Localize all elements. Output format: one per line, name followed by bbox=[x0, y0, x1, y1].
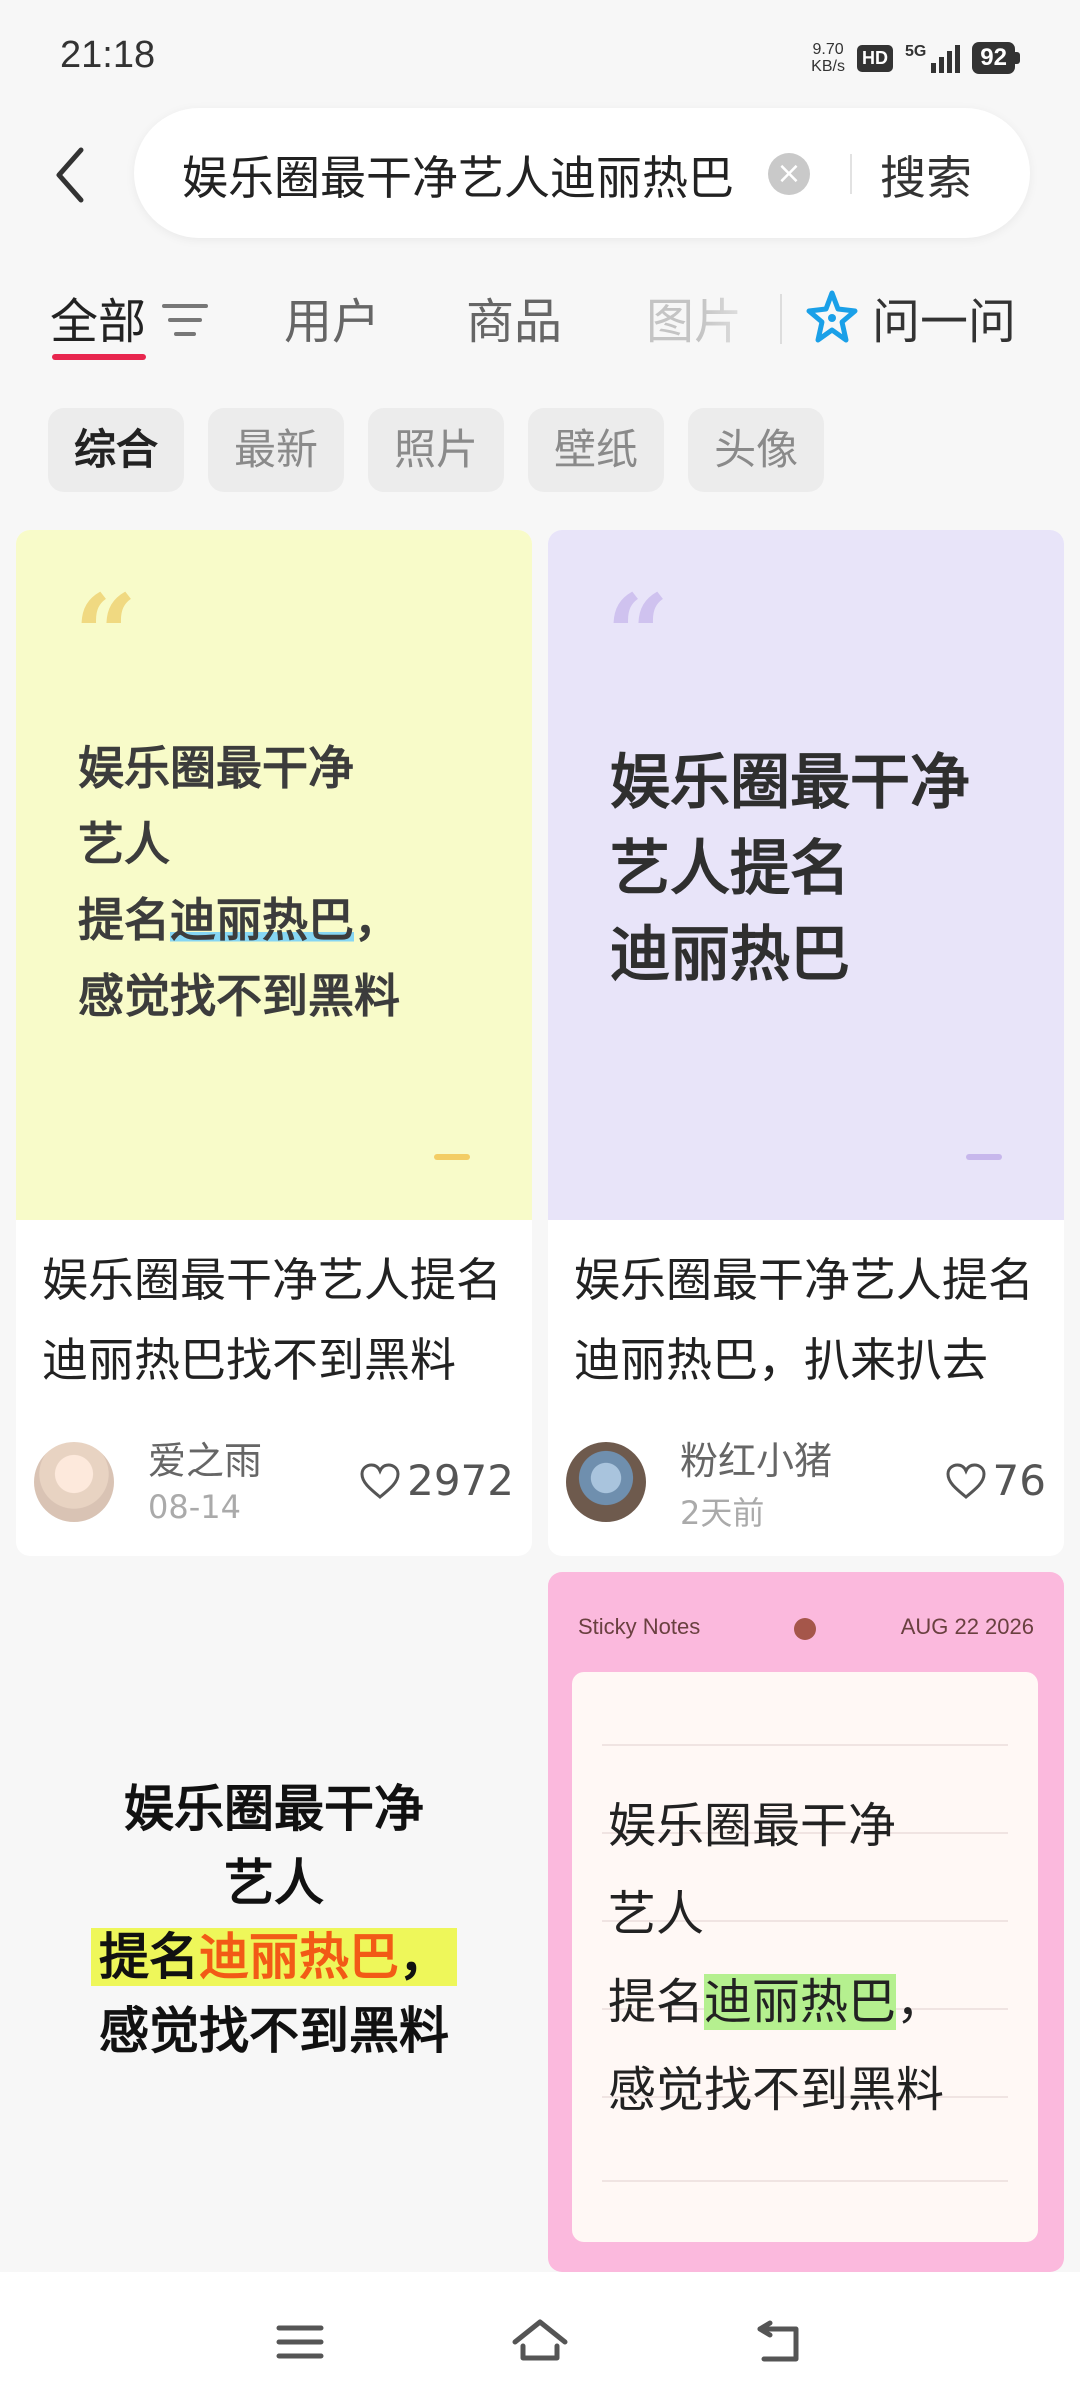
heart-icon bbox=[360, 1462, 400, 1499]
back-icon bbox=[757, 2320, 799, 2362]
quote-icon: “ bbox=[606, 570, 670, 699]
search-box[interactable]: 娱乐圈最干净艺人迪丽热巴 × 搜索 bbox=[134, 108, 1030, 238]
result-card[interactable]: “ 娱乐圈最干净 艺人 提名迪丽热巴， 感觉找不到黑料 娱乐圈最干净艺人提名迪丽… bbox=[16, 530, 532, 1556]
post-date: 08-14 bbox=[148, 1488, 241, 1526]
chip-wallpapers[interactable]: 壁纸 bbox=[528, 408, 665, 492]
menu-icon bbox=[276, 2325, 324, 2359]
search-input[interactable]: 娱乐圈最干净艺人迪丽热巴 bbox=[182, 142, 742, 208]
network-speed: 9.70 KB/s bbox=[811, 41, 845, 75]
back-button[interactable] bbox=[40, 140, 100, 210]
filter-icon[interactable] bbox=[162, 300, 208, 340]
card-image[interactable]: “ 娱乐圈最干净 艺人提名 迪丽热巴 bbox=[548, 530, 1064, 1220]
note-paper: 娱乐圈最干净 艺人 提名迪丽热巴， 感觉找不到黑料 bbox=[572, 1672, 1038, 2242]
chip-photos[interactable]: 照片 bbox=[368, 408, 505, 492]
author-name[interactable]: 粉红小猪 bbox=[680, 1430, 832, 1485]
card-image-text: 娱乐圈最干净 艺人 提名迪丽热巴， 感觉找不到黑料 bbox=[608, 1798, 945, 2118]
avatar[interactable] bbox=[566, 1442, 646, 1522]
chip-avatars[interactable]: 头像 bbox=[688, 408, 825, 492]
card-image[interactable]: “ 娱乐圈最干净 艺人 提名迪丽热巴， 感觉找不到黑料 bbox=[16, 530, 532, 1220]
battery-icon: 92 bbox=[972, 42, 1020, 74]
menu-button[interactable] bbox=[270, 2312, 330, 2372]
card-image-text: 娱乐圈最干净 艺人 提名迪丽热巴， 感觉找不到黑料 bbox=[78, 741, 400, 1023]
post-date: 2天前 bbox=[680, 1494, 765, 1532]
card-image-text: 娱乐圈最干净 艺人提名 迪丽热巴 bbox=[610, 748, 970, 990]
card-footer: 粉红小猪 2天前 76 bbox=[566, 1430, 1046, 1532]
heart-icon bbox=[946, 1462, 986, 1499]
avatar[interactable] bbox=[34, 1442, 114, 1522]
chip-comprehensive[interactable]: 综合 bbox=[48, 408, 185, 492]
like-button[interactable]: 76 bbox=[945, 1456, 1046, 1505]
decor-dash bbox=[434, 1154, 470, 1160]
tabs-fade bbox=[700, 274, 780, 364]
status-icons: 9.70 KB/s HD 5G 92 bbox=[811, 38, 1020, 78]
status-time: 21:18 bbox=[60, 34, 156, 76]
sticky-notes-label: Sticky Notes bbox=[578, 1614, 701, 1639]
clear-icon[interactable]: × bbox=[768, 153, 810, 195]
quote-icon: “ bbox=[74, 570, 138, 699]
back-nav-button[interactable] bbox=[750, 2312, 810, 2372]
tab-goods[interactable]: 商品 bbox=[466, 282, 562, 352]
tab-users[interactable]: 用户 bbox=[284, 282, 380, 352]
result-card[interactable]: Sticky Notes AUG 22 2026 娱乐圈最干净 艺人 提名迪丽热… bbox=[548, 1572, 1064, 2272]
card-footer: 爱之雨 08-14 2972 bbox=[34, 1430, 514, 1530]
result-card[interactable]: “ 娱乐圈最干净 艺人提名 迪丽热巴 娱乐圈最干净艺人提名迪丽热巴，扒来扒去 粉… bbox=[548, 530, 1064, 1556]
chip-latest[interactable]: 最新 bbox=[208, 408, 345, 492]
ai-star-icon bbox=[806, 290, 858, 343]
ask-button[interactable]: 问一问 bbox=[804, 282, 1016, 352]
search-button[interactable]: 搜索 bbox=[880, 142, 972, 208]
author-name[interactable]: 爱之雨 bbox=[148, 1430, 262, 1485]
status-bar: 21:18 9.70 KB/s HD 5G 92 bbox=[0, 0, 1080, 110]
signal-icon: 5G bbox=[905, 43, 961, 73]
card-title[interactable]: 娱乐圈最干净艺人提名迪丽热巴，扒来扒去 bbox=[574, 1240, 1044, 1400]
chevron-left-icon bbox=[56, 147, 84, 203]
card-image-text: 娱乐圈最干净 艺人 提名迪丽热巴， 感觉找不到黑料 bbox=[16, 1772, 532, 2068]
hd-badge: HD bbox=[856, 44, 893, 72]
filter-chips: 综合 最新 照片 壁纸 头像 bbox=[48, 408, 825, 492]
card-title[interactable]: 娱乐圈最干净艺人提名迪丽热巴找不到黑料 bbox=[42, 1240, 512, 1400]
decor-dash bbox=[966, 1154, 1002, 1160]
tab-all[interactable]: 全部 bbox=[50, 282, 146, 352]
search-divider bbox=[850, 154, 852, 194]
like-count: 76 bbox=[992, 1456, 1046, 1505]
ask-label: 问一问 bbox=[872, 294, 1017, 350]
home-button[interactable] bbox=[510, 2312, 570, 2372]
pin-icon bbox=[794, 1618, 816, 1640]
like-button[interactable]: 2972 bbox=[359, 1456, 514, 1505]
result-tabs: 全部 用户 商品 图片 问一问 bbox=[0, 274, 1080, 364]
sticky-notes-date: AUG 22 2026 bbox=[900, 1614, 1034, 1639]
active-tab-indicator bbox=[52, 354, 146, 360]
home-icon bbox=[512, 2319, 568, 2361]
like-count: 2972 bbox=[407, 1456, 514, 1505]
system-nav-bar bbox=[0, 2272, 1080, 2400]
tabs-separator bbox=[780, 294, 782, 344]
result-card[interactable]: 娱乐圈最干净 艺人 提名迪丽热巴， 感觉找不到黑料 bbox=[16, 1572, 532, 2272]
